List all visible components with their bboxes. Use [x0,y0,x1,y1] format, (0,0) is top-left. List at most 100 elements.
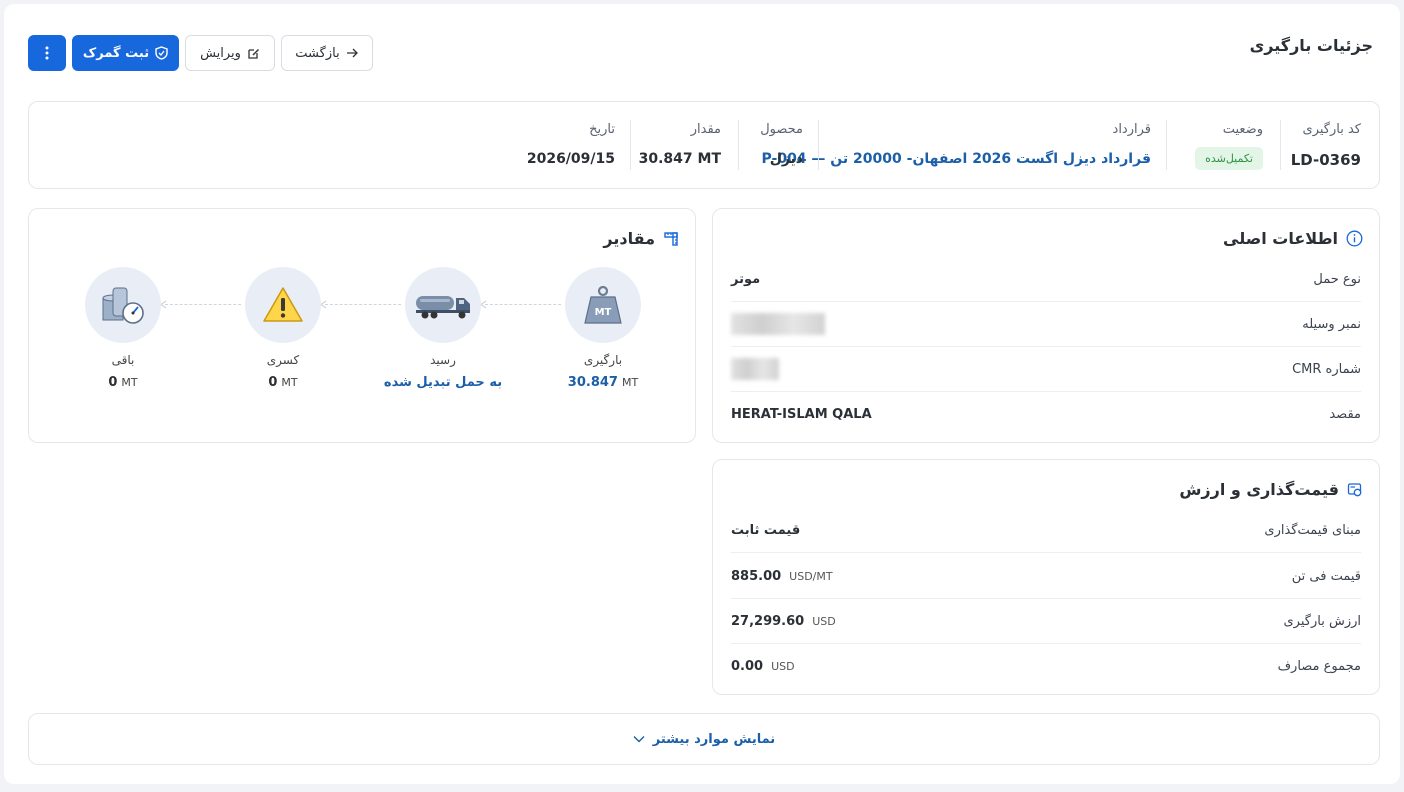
amount-label: مقدار [690,122,721,137]
remaining-circle [85,267,161,343]
summary-amount: مقدار 30.847 MT [639,122,721,167]
date-value: 2026/09/15 [526,151,615,167]
summary-contract: قرارداد قرارداد دیزل اگست 2026 اصفهان- 2… [762,122,1152,167]
shortage-circle [245,267,321,343]
vehicle-number-redacted [731,313,825,335]
shield-icon [155,46,168,60]
cmr-redacted [731,358,779,380]
pricing-row-basis: مبنای قیمت‌گذاری قیمت ثابت [731,508,1361,553]
shortage-unit: MT [281,376,298,389]
remaining-quantity: 0 MT [85,375,161,390]
quantities-card: مقادیر MT بارگیری 30.847 MT رسید به حمل … [28,208,696,443]
status-badge: تکمیل‌شده [1195,147,1263,170]
register-customs-button[interactable]: ثبت گمرک [72,35,179,71]
show-more-button[interactable]: نمایش موارد بیشتر [28,713,1380,765]
flow-connector [485,304,561,305]
weight-icon: MT [584,285,622,324]
loaded-label: بارگیری [583,353,623,367]
summary-status: وضعیت تکمیل‌شده [1195,122,1263,170]
pricing-title-text: قیمت‌گذاری و ارزش [1179,480,1339,499]
pricing-row-unit-price: قیمت فی تن 885.00 USD/MT [731,554,1361,599]
ruler-icon [664,231,678,246]
divider [1166,120,1167,170]
back-button[interactable]: بازگشت [281,35,373,71]
loading-value: 27,299.60 USD [731,614,836,629]
storage-tank-icon [102,287,144,324]
main-info-card: اطلاعات اصلی نوع حمل موتر نمبر وسیله شما… [712,208,1380,443]
contract-label: قرارداد [1112,122,1151,137]
received-label: رسید [430,353,456,367]
shortage-value: 0 [268,375,278,390]
info-row-destination: مقصد HERAT-ISLAM QALA [731,392,1361,437]
info-row-transport: نوع حمل موتر [731,257,1361,302]
destination-label: مقصد [1329,407,1361,422]
quantity-flow: MT بارگیری 30.847 MT رسید به حمل تبدیل شد… [85,267,641,407]
register-customs-label: ثبت گمرک [82,45,150,61]
shortage-quantity: 0 MT [245,375,321,390]
node-remaining: باقی 0 MT [85,267,161,390]
page: جزئیات بارگیری ثبت گمرک ویرایش بازگشت کد… [4,4,1400,784]
kebab-icon [45,46,49,60]
received-circle [405,267,481,343]
shortage-label: کسری [266,353,300,367]
more-actions-button[interactable] [28,35,66,71]
divider [738,120,739,170]
loaded-circle: MT [565,267,641,343]
flow-connector [165,304,241,305]
code-value: LD-0369 [1290,151,1361,169]
loaded-unit: MT [621,376,639,389]
pricing-title: قیمت‌گذاری و ارزش [1179,480,1363,499]
quantities-title-text: مقادیر [603,229,655,248]
transport-type-label: نوع حمل [1313,271,1361,287]
unit-price-label: قیمت فی تن [1291,568,1361,584]
expenses-label: مجموع مصارف [1277,659,1361,674]
remaining-value: 0 [108,375,118,390]
quantities-title: مقادیر [603,229,679,248]
loading-value-amount: 27,299.60 [731,613,805,629]
remaining-unit: MT [121,376,138,389]
loading-value-label: ارزش بارگیری [1283,613,1362,629]
chevron-down-icon [633,736,645,743]
pricing-row-value: ارزش بارگیری 27,299.60 USD [731,599,1361,644]
loaded-quantity: 30.847 MT [565,375,641,390]
cmr-label: شماره CMR [1292,361,1361,377]
contract-link[interactable]: قرارداد دیزل اگست 2026 اصفهان- 20000 تن … [762,151,1152,167]
remaining-label: باقی [111,353,135,367]
toolbar: ثبت گمرک ویرایش بازگشت [28,35,373,71]
arrow-right-icon [346,48,358,58]
edit-icon [248,48,259,59]
flow-connector [325,304,401,305]
summary-code: کد بارگیری LD-0369 [1291,122,1361,169]
unit-price: 885.00 USD/MT [731,569,833,584]
pricing-card: قیمت‌گذاری و ارزش مبنای قیمت‌گذاری قیمت … [712,459,1380,695]
vehicle-number-label: نمبر وسیله [1302,316,1361,332]
show-more-label: نمایش موارد بیشتر [652,731,776,747]
pricing-basis-value: قیمت ثابت [731,522,801,538]
pricing-basis-label: مبنای قیمت‌گذاری [1264,522,1361,538]
pricing-row-expenses: مجموع مصارف 0.00 USD [731,644,1361,689]
svg-text:MT: MT [595,307,612,318]
divider [630,120,631,170]
summary-product: محصول دیزل [760,122,803,167]
info-icon [1346,230,1363,247]
product-value: دیزل [769,151,803,167]
transport-type-value: موتر [731,271,761,287]
warning-icon [263,287,303,322]
tanker-truck-icon [416,296,470,319]
amount-value: 30.847 MT [638,151,721,167]
edit-button[interactable]: ویرایش [185,35,275,71]
status-label: وضعیت [1222,122,1263,137]
unit-price-value: 885.00 [731,568,782,584]
main-info-title: اطلاعات اصلی [1223,229,1363,248]
main-info-title-text: اطلاعات اصلی [1223,229,1338,248]
destination-value: HERAT-ISLAM QALA [731,407,872,422]
loaded-value: 30.847 [567,375,618,390]
summary-date: تاریخ 2026/09/15 [527,122,615,167]
date-label: تاریخ [589,122,615,137]
back-label: بازگشت [295,45,340,61]
expenses-unit: USD [771,660,795,673]
divider [818,120,819,170]
divider [1280,120,1281,170]
page-title: جزئیات بارگیری [1249,36,1373,55]
expenses: 0.00 USD [731,659,795,674]
